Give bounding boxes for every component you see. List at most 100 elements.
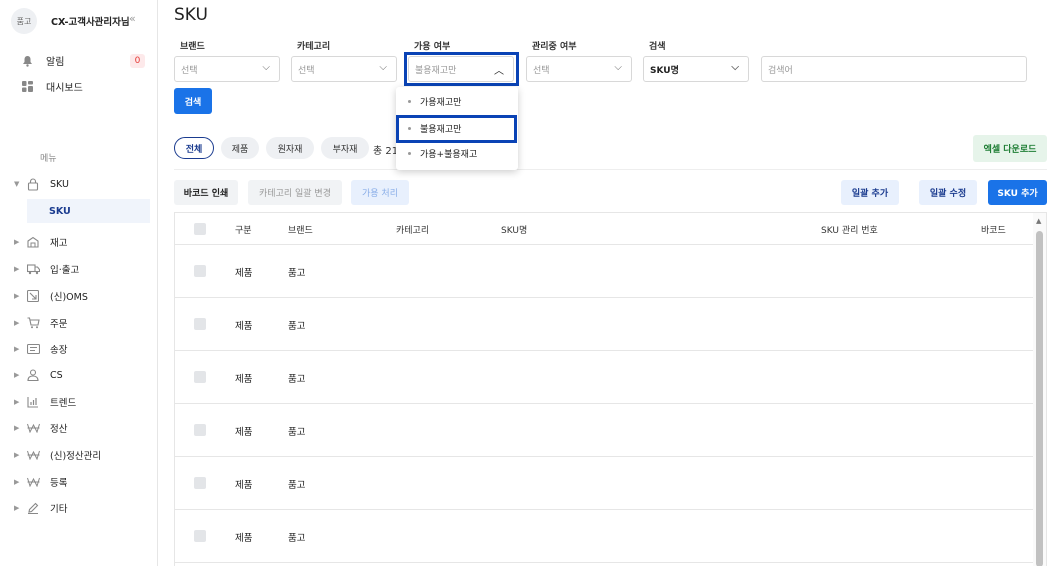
tab-product[interactable]: 제품	[221, 137, 259, 159]
sidebar-item-settlement[interactable]: ▶ 정산	[14, 420, 67, 436]
barcode-print-button[interactable]: 바코드 인쇄	[174, 180, 238, 205]
sidebar-item-new-oms[interactable]: ▶ (신)OMS	[14, 288, 88, 304]
search-input[interactable]: 검색어	[761, 56, 1027, 82]
search-type-select[interactable]: SKU명 ⌵	[643, 56, 749, 82]
dropdown-option-available-and-unavailable[interactable]: 가용+불용재고	[396, 141, 518, 165]
caret-right-icon: ▶	[14, 345, 20, 353]
table-row[interactable]: 제품 품고	[175, 510, 1035, 563]
row-checkbox[interactable]	[194, 530, 206, 542]
column-header-category[interactable]: 카테고리	[396, 223, 429, 236]
availability-process-button[interactable]: 가용 처리	[351, 180, 409, 205]
collapse-sidebar-icon[interactable]: «	[129, 12, 136, 25]
column-header-barcode[interactable]: 바코드	[981, 223, 1006, 236]
column-header-type[interactable]: 구분	[235, 223, 252, 236]
chart-icon	[26, 395, 40, 409]
tab-raw-material[interactable]: 원자재	[266, 137, 314, 159]
sidebar-item-label: 등록	[50, 478, 68, 489]
row-checkbox[interactable]	[194, 477, 206, 489]
table-row[interactable]: 제품 품고	[175, 298, 1035, 351]
chevron-down-icon: ⌵	[379, 62, 387, 73]
brand-select-value: 선택	[181, 65, 198, 76]
sidebar-subitem-sku[interactable]: SKU	[27, 199, 150, 223]
sidebar-item-sku[interactable]: ▼ SKU	[14, 176, 69, 192]
category-bulk-change-button[interactable]: 카테고리 일괄 변경	[248, 180, 342, 205]
row-brand: 품고	[288, 374, 306, 385]
scrollbar-thumb[interactable]	[1036, 231, 1043, 566]
column-header-sku-code[interactable]: SKU 관리 번호	[821, 223, 878, 236]
tab-all[interactable]: 전체	[174, 137, 214, 159]
caret-right-icon: ▶	[14, 292, 20, 300]
managed-select[interactable]: 선택 ⌵	[526, 56, 632, 82]
column-header-sku-name[interactable]: SKU명	[501, 223, 527, 236]
scroll-up-icon[interactable]: ▲	[1036, 217, 1041, 225]
sidebar-item-label: 대시보드	[46, 83, 83, 94]
table-scrollbar[interactable]: ▲	[1033, 213, 1046, 566]
main-content: SKU 브랜드 선택 ⌵ 카테고리 선택 ⌵ 가용 여부 불용재고만 ︿ 관리중…	[158, 0, 1059, 566]
chevron-down-icon: ⌵	[262, 62, 270, 73]
sidebar-item-inbound-outbound[interactable]: ▶ 입·출고	[14, 261, 79, 277]
caret-right-icon: ▶	[14, 319, 20, 327]
category-filter-label: 카테고리	[297, 42, 331, 52]
row-checkbox[interactable]	[194, 318, 206, 330]
sidebar-item-register[interactable]: ▶ 등록	[14, 474, 67, 490]
table-row[interactable]: 제품 품고	[175, 404, 1035, 457]
page-title: SKU	[174, 5, 208, 25]
menu-section-title: 메뉴	[40, 154, 57, 164]
sidebar-item-orders[interactable]: ▶ 주문	[14, 315, 67, 331]
sidebar: 품고 CX-고객사관리자님 « 알림 0 대시보드 메뉴 ▼ SKU SKU ▶…	[0, 0, 158, 566]
column-header-brand[interactable]: 브랜드	[288, 223, 313, 236]
table-row[interactable]: 제품 품고	[175, 457, 1035, 510]
avatar[interactable]: 품고	[11, 8, 37, 34]
caret-right-icon: ▶	[14, 504, 20, 512]
row-checkbox[interactable]	[194, 424, 206, 436]
table-row[interactable]: 제품 품고	[175, 245, 1035, 298]
sidebar-item-label: CS	[50, 369, 63, 381]
sidebar-item-label: 주문	[50, 319, 68, 330]
row-type: 제품	[235, 321, 253, 332]
lock-icon	[26, 177, 40, 191]
sidebar-item-new-settlement[interactable]: ▶ (신)정산관리	[14, 447, 101, 463]
bulk-add-button[interactable]: 일괄 추가	[841, 180, 899, 205]
alert-count-badge: 0	[130, 54, 145, 68]
sidebar-item-label: 정산	[50, 424, 68, 435]
sidebar-item-invoice[interactable]: ▶ 송장	[14, 341, 67, 357]
managed-filter-label: 관리중 여부	[532, 42, 577, 52]
bulk-edit-button[interactable]: 일괄 수정	[919, 180, 977, 205]
sidebar-item-label: 트렌드	[50, 398, 77, 409]
cart-icon	[26, 316, 40, 330]
select-all-checkbox[interactable]	[194, 223, 206, 235]
sidebar-item-label: (신)OMS	[50, 292, 88, 303]
row-checkbox[interactable]	[194, 265, 206, 277]
category-select[interactable]: 선택 ⌵	[291, 56, 397, 82]
bell-icon	[20, 54, 34, 68]
sidebar-item-label: (신)정산관리	[50, 451, 102, 462]
chevron-down-icon: ⌵	[614, 62, 622, 73]
brand-select[interactable]: 선택 ⌵	[174, 56, 280, 82]
row-brand: 품고	[288, 480, 306, 491]
sidebar-item-inventory[interactable]: ▶ 재고	[14, 234, 67, 250]
row-type: 제품	[235, 268, 253, 279]
add-sku-button[interactable]: SKU 추가	[988, 180, 1047, 205]
excel-download-button[interactable]: 엑셀 다운로드	[973, 135, 1047, 162]
sidebar-item-dashboard[interactable]: 대시보드	[20, 79, 83, 94]
won-icon	[26, 475, 40, 489]
dropdown-option-available-only[interactable]: 가용재고만	[396, 89, 518, 113]
sidebar-item-trend[interactable]: ▶ 트렌드	[14, 394, 76, 410]
caret-right-icon: ▶	[14, 371, 20, 379]
sidebar-item-label: 입·출고	[50, 265, 80, 276]
dashboard-icon	[20, 80, 34, 94]
brand-filter-label: 브랜드	[180, 42, 205, 52]
company-name: CX-고객사관리자님	[51, 17, 130, 28]
search-button[interactable]: 검색	[174, 88, 212, 114]
table-row[interactable]: 제품 품고	[175, 351, 1035, 404]
sidebar-item-label: 알림	[46, 57, 65, 68]
availability-dropdown-menu: 가용재고만 불용재고만 가용+불용재고	[396, 87, 518, 170]
sidebar-item-etc[interactable]: ▶ 기타	[14, 500, 67, 516]
row-checkbox[interactable]	[194, 371, 206, 383]
sidebar-item-cs[interactable]: ▶ CS	[14, 367, 63, 383]
tab-sub-material[interactable]: 부자재	[321, 137, 369, 159]
availability-filter-label: 가용 여부	[414, 42, 451, 52]
caret-down-icon: ▼	[14, 180, 20, 188]
sidebar-item-alerts[interactable]: 알림	[20, 53, 64, 68]
availability-select-highlight	[404, 52, 519, 86]
